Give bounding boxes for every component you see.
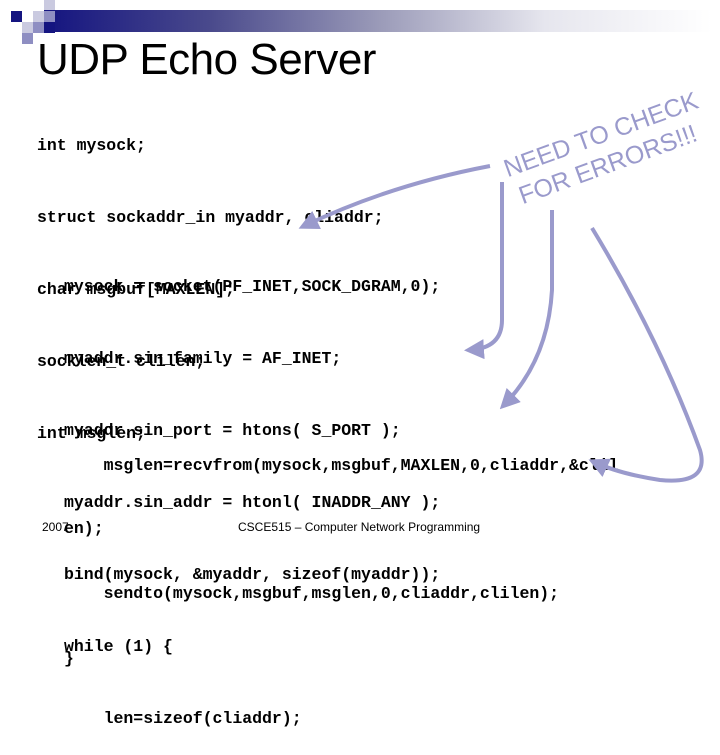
footer-year: 2007 [42, 520, 69, 534]
arrow-to-bind [464, 182, 504, 360]
code-line: len=sizeof(cliaddr); [64, 709, 302, 728]
arrow-to-sendto [588, 226, 704, 483]
code-line: sendto(mysock,msgbuf,msglen,0,cliaddr,cl… [64, 584, 560, 603]
arrow-to-socket [298, 164, 491, 230]
footer-course: CSCE515 – Computer Network Programming [238, 520, 481, 534]
arrow-to-recvfrom [499, 210, 554, 410]
annotation-arrows [298, 164, 704, 483]
code-line: } [64, 649, 74, 668]
